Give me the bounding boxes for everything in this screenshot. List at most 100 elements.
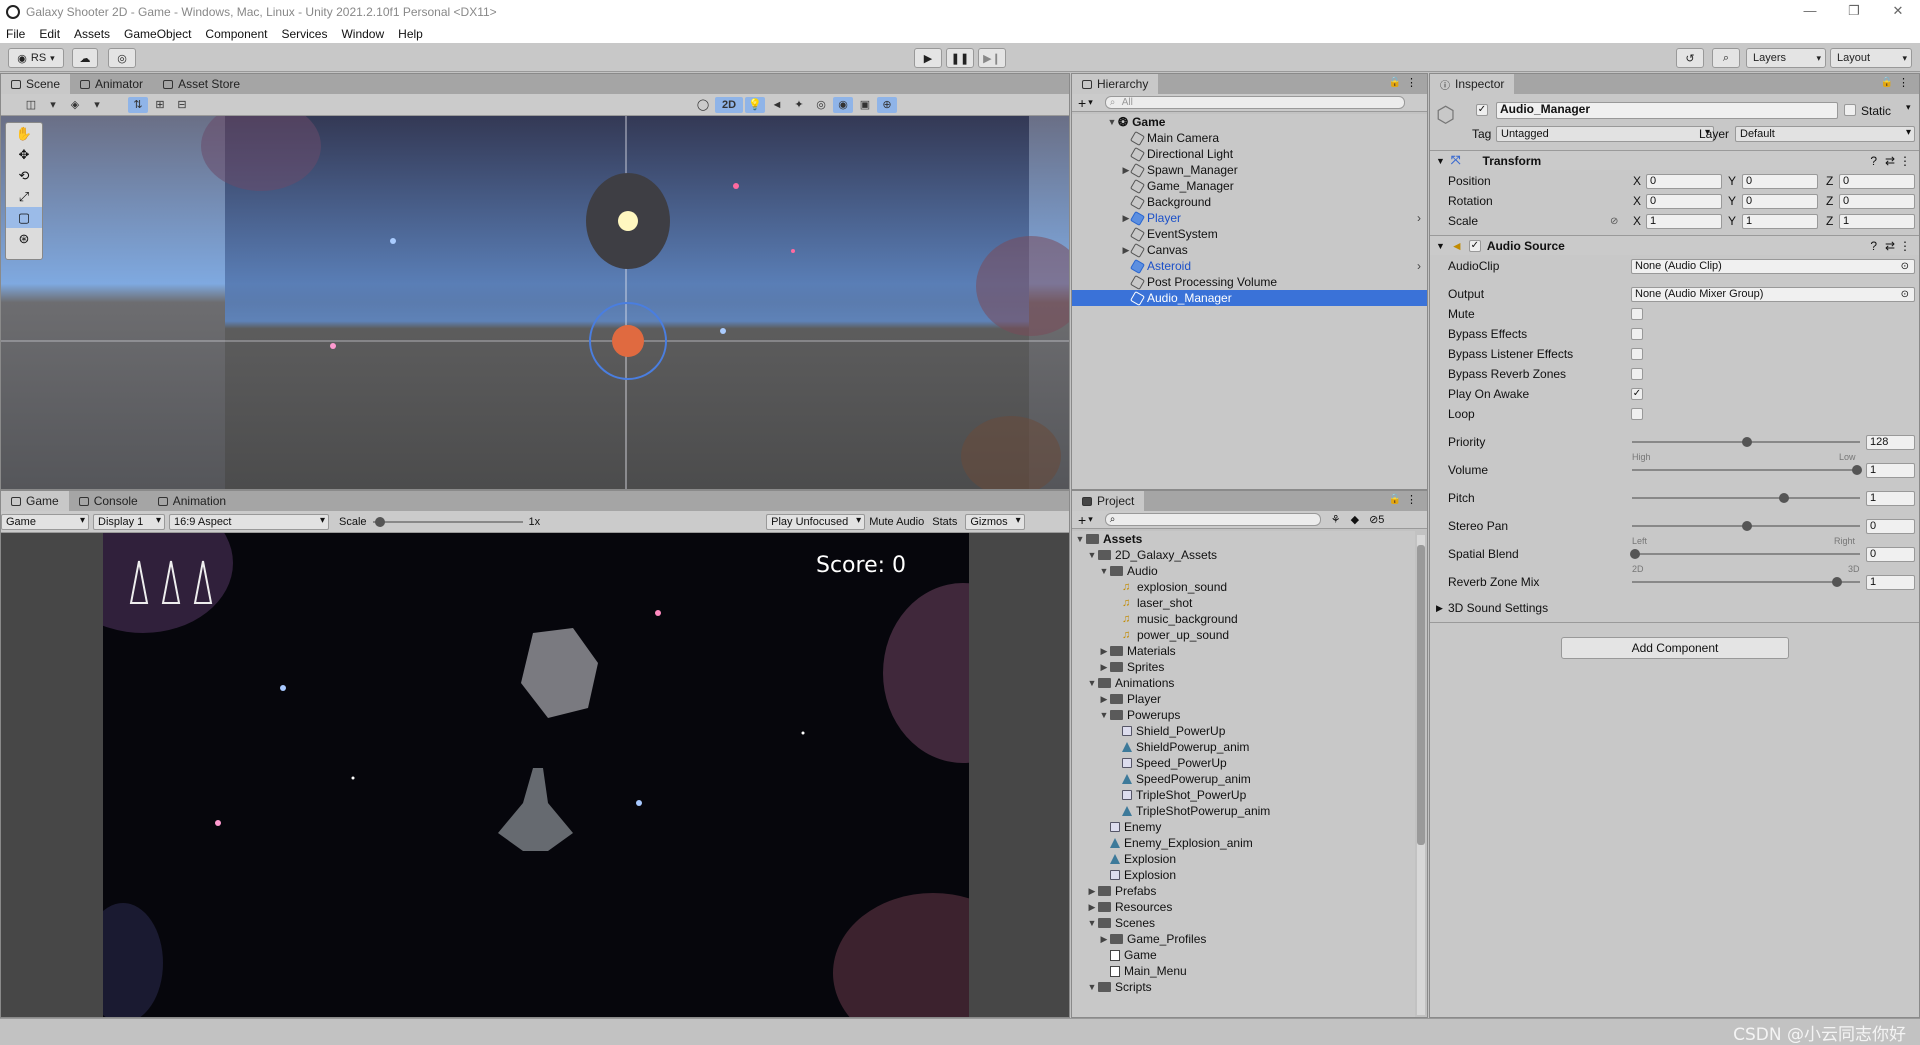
tab-project[interactable]: Project — [1072, 491, 1145, 511]
menu-window[interactable]: Window — [341, 27, 384, 41]
project-search-input[interactable]: ⌕ — [1104, 513, 1321, 526]
rotation-x-field[interactable]: 0 — [1646, 193, 1722, 209]
layer-dropdown[interactable]: Default — [1735, 126, 1915, 142]
project-item[interactable]: Explosion — [1072, 867, 1415, 883]
project-item[interactable]: Speed_PowerUp — [1072, 755, 1415, 771]
help-icon[interactable]: ? — [1870, 154, 1877, 168]
add-icon[interactable]: + — [1078, 512, 1086, 528]
expand-arrow-icon[interactable]: ▶ — [1098, 694, 1110, 705]
tab-asset-store[interactable]: Asset Store — [153, 74, 250, 94]
lock-icon[interactable]: 🔒 — [1881, 77, 1893, 88]
hierarchy-item[interactable]: ▶ Canvas — [1072, 242, 1427, 258]
chevron-right-icon[interactable]: › — [1417, 211, 1421, 225]
spatial-blend-slider[interactable] — [1632, 553, 1860, 555]
menu-component[interactable]: Component — [205, 27, 267, 41]
scale-x-field[interactable]: 1 — [1646, 213, 1722, 229]
add-component-button[interactable]: Add Component — [1561, 637, 1789, 659]
move-snap-icon[interactable]: ⇅ — [128, 96, 148, 113]
expand-arrow-icon[interactable]: ▼ — [1086, 678, 1098, 688]
audio-icon[interactable]: ◄ — [767, 97, 787, 113]
object-picker-icon[interactable]: ⊙ — [1901, 289, 1909, 300]
reverb-zone-mix-field[interactable]: 1 — [1866, 574, 1915, 590]
project-item[interactable]: SpeedPowerup_anim — [1072, 771, 1415, 787]
hierarchy-item[interactable]: Game_Manager — [1072, 178, 1427, 194]
menu-edit[interactable]: Edit — [39, 27, 60, 41]
project-item[interactable]: Enemy — [1072, 819, 1415, 835]
project-item[interactable]: ▶ Game_Profiles — [1072, 931, 1415, 947]
project-item[interactable]: Shield_PowerUp — [1072, 723, 1415, 739]
pitch-slider[interactable] — [1632, 497, 1860, 499]
maximize-button[interactable]: ❐ — [1832, 0, 1876, 24]
more-icon[interactable]: ⋮ — [1898, 76, 1909, 89]
project-item[interactable]: TripleShotPowerup_anim — [1072, 803, 1415, 819]
hierarchy-scene-root[interactable]: ▼ ❂ Game — [1072, 114, 1427, 130]
menu-help[interactable]: Help — [398, 27, 423, 41]
reverb-zone-mix-slider-knob[interactable] — [1832, 577, 1842, 587]
project-item[interactable]: Enemy_Explosion_anim — [1072, 835, 1415, 851]
label-icon[interactable]: ◆ — [1351, 513, 1359, 526]
project-item[interactable]: Explosion — [1072, 851, 1415, 867]
hierarchy-item[interactable]: Background — [1072, 194, 1427, 210]
hidden-count-icon[interactable]: ⊘ — [1369, 513, 1378, 526]
scale-y-field[interactable]: 1 — [1742, 213, 1818, 229]
reverb-zone-mix-slider[interactable] — [1632, 581, 1860, 583]
close-button[interactable]: ✕ — [1876, 0, 1920, 24]
project-item[interactable]: ♫ power_up_sound — [1072, 627, 1415, 643]
hierarchy-item[interactable]: ▶ Spawn_Manager — [1072, 162, 1427, 178]
scale-z-field[interactable]: 1 — [1839, 213, 1915, 229]
draw-mode-icon[interactable]: ◫ — [21, 97, 41, 113]
project-item[interactable]: Main_Menu — [1072, 963, 1415, 979]
rotation-z-field[interactable]: 0 — [1839, 193, 1915, 209]
tab-game[interactable]: Game — [1, 491, 69, 511]
stereo-pan-slider-knob[interactable] — [1742, 521, 1752, 531]
collab-icon[interactable]: ◎ — [108, 48, 136, 68]
cube-icon[interactable]: ◈ — [65, 97, 85, 113]
foldout-arrow-icon[interactable]: ▼ — [1436, 241, 1445, 251]
project-item[interactable]: ▶ Prefabs — [1072, 883, 1415, 899]
menu-file[interactable]: File — [6, 27, 25, 41]
hierarchy-item-selected[interactable]: Audio_Manager — [1072, 290, 1427, 306]
visibility-icon[interactable]: ◉ — [833, 96, 853, 113]
play-mode-dropdown[interactable]: Play Unfocused — [766, 513, 866, 530]
spatial-blend-slider-knob[interactable] — [1630, 549, 1640, 559]
hierarchy-item[interactable]: Main Camera — [1072, 130, 1427, 146]
gizmos-dropdown[interactable]: Gizmos — [965, 513, 1025, 530]
project-item[interactable]: ▼ Assets — [1072, 531, 1415, 547]
hand-tool-icon[interactable]: ✋ — [6, 123, 42, 144]
volume-slider-knob[interactable] — [1852, 465, 1862, 475]
scrollbar-thumb[interactable] — [1417, 545, 1425, 845]
tab-console[interactable]: Console — [69, 491, 148, 511]
chevron-down-icon[interactable]: ▾ — [1088, 514, 1093, 525]
minimize-button[interactable]: — — [1788, 0, 1832, 24]
more-icon[interactable]: ⋮ — [1406, 493, 1417, 506]
chevron-down-icon[interactable]: ▾ — [1906, 102, 1911, 113]
spatial-blend-field[interactable]: 0 — [1866, 546, 1915, 562]
preset-icon[interactable]: ⇄ — [1885, 239, 1895, 253]
sound-3d-settings-foldout[interactable]: ▶ 3D Sound Settings — [1430, 599, 1919, 617]
rect-tool-icon[interactable]: ▢ — [6, 207, 42, 228]
lock-icon[interactable]: 🔒 — [1389, 77, 1401, 88]
priority-slider-knob[interactable] — [1742, 437, 1752, 447]
audio-source-header[interactable]: ▼ ◄ ✓ Audio Source ? ⇄ ⋮ — [1430, 235, 1919, 255]
rotate-tool-icon[interactable]: ⟲ — [6, 165, 42, 186]
effects-icon[interactable]: ✦ — [789, 97, 809, 113]
mode-2d-button[interactable]: 2D — [715, 96, 743, 113]
hierarchy-search-input[interactable]: ⌕ All — [1104, 96, 1405, 109]
transform-tool-icon[interactable]: ⊛ — [6, 228, 42, 249]
hierarchy-item[interactable]: ▶ Player › — [1072, 210, 1427, 226]
display-dropdown[interactable]: Display 1 — [93, 513, 165, 530]
project-item[interactable]: ♫ explosion_sound — [1072, 579, 1415, 595]
account-button[interactable]: ◉ RS ▾ — [8, 48, 64, 68]
layout-dropdown[interactable]: Layout ▾ — [1830, 48, 1912, 68]
gizmos-icon[interactable]: ⊕ — [877, 96, 897, 113]
game-viewport[interactable]: Score: 0 — [1, 533, 1069, 1017]
expand-arrow-icon[interactable]: ▼ — [1098, 710, 1110, 720]
menu-gameobject[interactable]: GameObject — [124, 27, 191, 41]
more-icon[interactable]: ⋮ — [1899, 239, 1911, 253]
tab-animator[interactable]: Animator — [70, 74, 153, 94]
tab-hierarchy[interactable]: Hierarchy — [1072, 74, 1159, 94]
expand-arrow-icon[interactable]: ▼ — [1086, 982, 1098, 992]
priority-field[interactable]: 128 — [1866, 434, 1915, 450]
help-icon[interactable]: ? — [1870, 239, 1877, 253]
preset-icon[interactable]: ⇄ — [1885, 154, 1895, 168]
